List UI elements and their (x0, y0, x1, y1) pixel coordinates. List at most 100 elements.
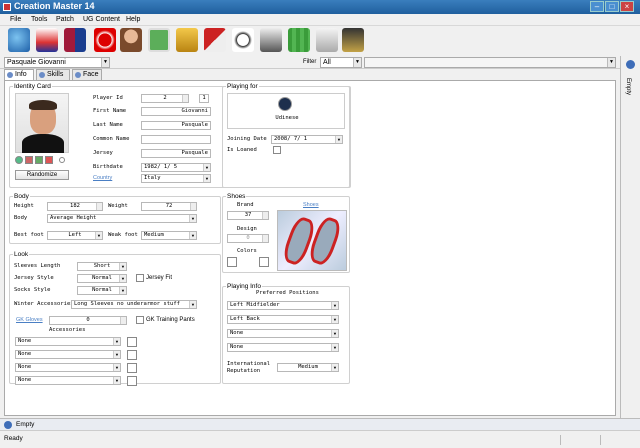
world-icon[interactable] (8, 28, 30, 52)
is-loaned-checkbox[interactable] (273, 146, 281, 154)
intl-reputation-value: Medium (298, 364, 318, 370)
jersey-fit-label: Jersey Fit (146, 275, 173, 281)
spinner-icon[interactable] (96, 203, 102, 210)
expand-icon[interactable] (626, 60, 635, 69)
team-box[interactable]: Udinese (227, 93, 345, 129)
birthdate-picker[interactable]: 1982/ 1/ 5 ▼ (141, 163, 211, 172)
best-foot-select[interactable]: Left ▼ (47, 231, 103, 240)
height-input[interactable]: 182 (47, 202, 103, 211)
player-photo (15, 93, 69, 153)
refresh-icon[interactable] (59, 157, 65, 163)
maximize-button[interactable]: □ (605, 1, 619, 12)
tab-face[interactable]: Face (72, 69, 102, 80)
calendar-icon[interactable]: ▼ (335, 136, 342, 143)
shoe-color-1[interactable] (227, 257, 237, 267)
spinner-icon[interactable] (262, 212, 268, 219)
player-selector[interactable]: Pasquale Giovanni ▼ (4, 57, 110, 68)
weak-foot-value: Medium (144, 232, 164, 238)
player-icon[interactable] (120, 28, 142, 52)
main-toolbar (0, 26, 640, 56)
gloves-icon[interactable] (342, 28, 364, 52)
weight-input[interactable]: 72 (141, 202, 197, 211)
socks-style-label: Socks Style (14, 287, 51, 293)
body-type-select[interactable]: Average Height ▼ (47, 214, 197, 223)
accessory-value-3: None (18, 364, 32, 370)
winter-accessories-select[interactable]: Long Sleeves no underarmor stuff ▼ (71, 300, 197, 309)
design-input[interactable]: 0 (227, 234, 269, 243)
club-badge-icon[interactable] (94, 28, 116, 52)
bottom-panel[interactable]: Empty (0, 418, 640, 430)
boots-icon[interactable] (260, 28, 282, 52)
common-name-input[interactable] (141, 135, 211, 144)
shoes-link[interactable]: Shoes (303, 202, 319, 208)
pitch-icon[interactable] (288, 28, 310, 52)
remove-photo-icon[interactable] (45, 156, 53, 164)
gk-training-pants-checkbox[interactable] (136, 316, 144, 324)
minimize-button[interactable]: – (590, 1, 604, 12)
expand-icon[interactable] (4, 421, 12, 429)
chevron-down-icon: ▼ (607, 58, 615, 67)
menu-file[interactable]: File (10, 16, 21, 23)
stadium-icon[interactable] (148, 28, 170, 52)
league-icon[interactable] (36, 28, 58, 52)
player-id-label: Player Id (93, 95, 123, 101)
tab-info-label: Info (15, 71, 27, 78)
accessory-select-1[interactable]: None ▼ (15, 337, 121, 346)
gk-gloves-input[interactable]: 0 (49, 316, 127, 325)
accessory-color-2[interactable] (127, 350, 137, 360)
position-select-3[interactable]: None ▼ (227, 329, 339, 338)
jersey-name-input[interactable]: Pasquale (141, 149, 211, 158)
filter-label: Filter (303, 59, 317, 65)
menu-tools[interactable]: Tools (31, 16, 47, 23)
country-select[interactable]: Italy ▼ (141, 174, 211, 183)
photo-icon[interactable] (25, 156, 33, 164)
accessory-select-3[interactable]: None ▼ (15, 363, 121, 372)
eye-icon[interactable] (15, 156, 23, 164)
filter-criteria-select[interactable]: ▼ (364, 57, 616, 68)
spinner-icon[interactable] (182, 95, 188, 102)
sleeves-length-select[interactable]: Short ▼ (77, 262, 127, 271)
weak-foot-select[interactable]: Medium ▼ (141, 231, 197, 240)
jersey-style-select[interactable]: Normal ▼ (77, 274, 127, 283)
tab-skills[interactable]: Skills (36, 69, 70, 80)
filter-select[interactable]: All ▼ (320, 57, 362, 68)
accessory-color-3[interactable] (127, 363, 137, 373)
close-button[interactable]: × (620, 1, 634, 12)
randomize-button[interactable]: Randomize (15, 170, 69, 180)
newspaper-icon[interactable] (316, 28, 338, 52)
import-icon[interactable] (35, 156, 43, 164)
first-name-input[interactable]: Giovanni (141, 107, 211, 116)
weight-label: Weight (108, 203, 128, 209)
spinner-icon[interactable] (190, 203, 196, 210)
menu-patch[interactable]: Patch (56, 16, 74, 23)
spinner-icon[interactable] (262, 235, 268, 242)
joining-date-picker[interactable]: 2008/ 7/ 1 ▼ (271, 135, 343, 144)
intl-reputation-select[interactable]: Medium ▼ (277, 363, 339, 372)
player-id-input[interactable]: 2 (141, 94, 189, 103)
brand-input[interactable]: 37 (227, 211, 269, 220)
right-side-panel[interactable]: Empty (620, 56, 640, 418)
gk-gloves-link[interactable]: GK Gloves (16, 317, 43, 323)
accessory-select-4[interactable]: None ▼ (15, 376, 121, 385)
country-link[interactable]: Country (93, 175, 112, 181)
bottom-panel-label: Empty (16, 421, 35, 428)
socks-style-select[interactable]: Normal ▼ (77, 286, 127, 295)
accessory-select-2[interactable]: None ▼ (15, 350, 121, 359)
last-name-input[interactable]: Pasquale (141, 121, 211, 130)
kit-icon[interactable] (204, 28, 226, 52)
club-icon[interactable] (64, 28, 86, 52)
calendar-icon[interactable]: ▼ (203, 164, 210, 171)
ball-icon[interactable] (232, 28, 254, 52)
position-select-1[interactable]: Left Midfielder ▼ (227, 301, 339, 310)
spinner-icon[interactable] (120, 317, 126, 324)
accessory-color-4[interactable] (127, 376, 137, 386)
jersey-fit-checkbox[interactable] (136, 274, 144, 282)
trophy-icon[interactable] (176, 28, 198, 52)
menu-ug-content[interactable]: UG Content (83, 16, 120, 23)
position-select-2[interactable]: Left Back ▼ (227, 315, 339, 324)
position-select-4[interactable]: None ▼ (227, 343, 339, 352)
jersey-style-value: Normal (92, 275, 112, 281)
shoe-color-2[interactable] (259, 257, 269, 267)
menu-help[interactable]: Help (126, 16, 140, 23)
accessory-color-1[interactable] (127, 337, 137, 347)
